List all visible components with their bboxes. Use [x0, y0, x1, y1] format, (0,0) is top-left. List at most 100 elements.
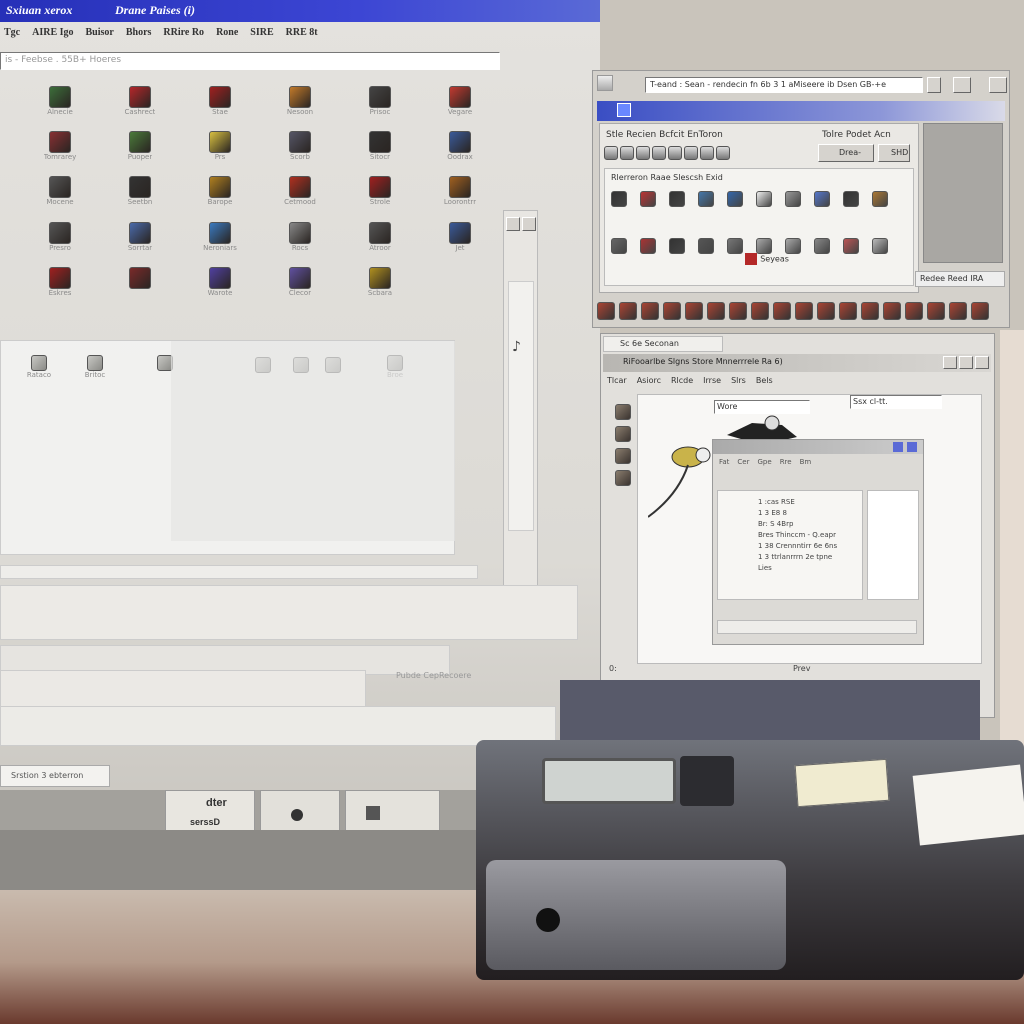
nested-menu-item[interactable]: Gpe: [758, 458, 772, 470]
nested-menu-item[interactable]: Rre: [780, 458, 792, 470]
panel-icon[interactable]: [669, 191, 685, 207]
nested-close-icon[interactable]: [907, 442, 917, 452]
tool-icon-4[interactable]: [615, 470, 631, 486]
inner-icon-item[interactable]: Rataco: [21, 355, 57, 379]
panel-tool-icon[interactable]: [684, 146, 698, 160]
address-dropdown-button[interactable]: [927, 77, 941, 93]
desktop-icon-item[interactable]: Cetmood: [270, 176, 330, 215]
toolbar-icon[interactable]: [729, 302, 747, 320]
home-icon[interactable]: [989, 77, 1007, 93]
panel-icon[interactable]: [640, 191, 656, 207]
go-button[interactable]: [953, 77, 971, 93]
desktop-icon-item[interactable]: Warote: [190, 266, 250, 306]
menu-item[interactable]: SIRE: [250, 27, 273, 38]
desktop-icon-item[interactable]: Scbara: [350, 266, 410, 306]
panel-icon[interactable]: [727, 238, 743, 254]
toolbar-icon[interactable]: [883, 302, 901, 320]
panel-tool-icon[interactable]: [668, 146, 682, 160]
panel-icon[interactable]: [756, 238, 772, 254]
nested-menu-item[interactable]: Fat: [719, 458, 729, 470]
seyeas-button[interactable]: Seyeas: [745, 253, 809, 267]
desktop-icon-item[interactable]: Prs: [190, 131, 250, 170]
nested-row[interactable]: 1 3 E8 8: [758, 508, 856, 519]
panel-icon[interactable]: [843, 191, 859, 207]
nested-row[interactable]: 1 38 Crennntirr 6e 6ns: [758, 541, 856, 552]
toolbar-icon[interactable]: [839, 302, 857, 320]
toolbar-icon[interactable]: [971, 302, 989, 320]
close-icon[interactable]: [989, 104, 1003, 118]
desktop-icon-item[interactable]: Neroniars: [190, 221, 250, 261]
desktop-icon-item[interactable]: Rocs: [270, 221, 330, 261]
rb-dropdown-1[interactable]: Wore: [714, 400, 810, 414]
left-hscroll[interactable]: [0, 565, 478, 579]
nested-row[interactable]: 1 :cas RSE: [758, 497, 856, 508]
panel-icon[interactable]: [669, 238, 685, 254]
maximize-icon[interactable]: [959, 356, 973, 369]
minimize-icon[interactable]: [943, 356, 957, 369]
panel-icon[interactable]: [756, 191, 772, 207]
nested-row[interactable]: Br: S 4Brp: [758, 519, 856, 530]
desktop-icon-item[interactable]: Stae: [190, 86, 250, 125]
panel-tool-icon[interactable]: [620, 146, 634, 160]
tool-icon-3[interactable]: [615, 448, 631, 464]
nested-row[interactable]: Lies: [758, 563, 856, 574]
desktop-icon-item[interactable]: Mocene: [30, 176, 90, 215]
nested-menu-item[interactable]: Cer: [737, 458, 749, 470]
desktop-icon-item[interactable]: Vegare: [430, 86, 490, 125]
panel-icon[interactable]: [872, 191, 888, 207]
desktop-icon-item[interactable]: Tomrarey: [30, 131, 90, 170]
panel-tool-icon[interactable]: [636, 146, 650, 160]
panel-icon[interactable]: [611, 191, 627, 207]
desktop-icon-item[interactable]: Cashrect: [110, 86, 170, 125]
desktop-icon-item[interactable]: Strole: [350, 176, 410, 215]
menu-item[interactable]: RRE 8t: [286, 27, 318, 38]
toolbar-icon[interactable]: [927, 302, 945, 320]
menu-item[interactable]: AIRE Igo: [32, 27, 73, 38]
close-icon[interactable]: [522, 217, 536, 231]
panel-icon[interactable]: [785, 238, 801, 254]
nested-menu-item[interactable]: Bm: [800, 458, 812, 470]
toolbar-icon[interactable]: [641, 302, 659, 320]
panel-icon[interactable]: [640, 238, 656, 254]
desktop-icon-item[interactable]: [110, 266, 170, 306]
desktop-icon-item[interactable]: Puoper: [110, 131, 170, 170]
panel-icon[interactable]: [698, 238, 714, 254]
menu-item[interactable]: RRire Ro: [163, 27, 204, 38]
left-vertical-scrollbar[interactable]: ♪: [503, 210, 538, 590]
desktop-icon-item[interactable]: Oodrax: [430, 131, 490, 170]
panel-tool-icon[interactable]: [652, 146, 666, 160]
rb-menu-item[interactable]: Rlcde: [671, 376, 693, 390]
menu-item[interactable]: Bhors: [126, 27, 152, 38]
panel-button-2[interactable]: SHD: [878, 144, 910, 162]
rb-menu-item[interactable]: Tlcar: [607, 376, 627, 390]
rb-menu-item[interactable]: Bels: [756, 376, 773, 390]
toolbar-icon[interactable]: [773, 302, 791, 320]
toolbar-icon[interactable]: [685, 302, 703, 320]
rb-menu-item[interactable]: Irrse: [703, 376, 721, 390]
desktop-icon-item[interactable]: Sitocr: [350, 131, 410, 170]
nested-row[interactable]: Bres Thinccm - Q.eapr: [758, 530, 856, 541]
tool-icon-2[interactable]: [615, 426, 631, 442]
desktop-icon-item[interactable]: Eskres: [30, 266, 90, 306]
inner-icon-item[interactable]: Britoc: [77, 355, 113, 379]
toolbar-icon[interactable]: [619, 302, 637, 320]
panel-icon[interactable]: [727, 191, 743, 207]
menu-item[interactable]: Buisor: [86, 27, 114, 38]
desktop-icon-item[interactable]: Alnecie: [30, 86, 90, 125]
desktop-icon-item[interactable]: Nesoon: [270, 86, 330, 125]
panel-icon[interactable]: [814, 191, 830, 207]
panel-tool-icon[interactable]: [604, 146, 618, 160]
panel-icon[interactable]: [785, 191, 801, 207]
back-icon[interactable]: [597, 75, 613, 91]
desktop-icon-item[interactable]: Clecor: [270, 266, 330, 306]
toolbar-icon[interactable]: [663, 302, 681, 320]
panel-icon[interactable]: [843, 238, 859, 254]
rb-menu-item[interactable]: Asiorc: [637, 376, 661, 390]
panel-icon[interactable]: [611, 238, 627, 254]
toolbar-icon[interactable]: [707, 302, 725, 320]
desktop-icon-item[interactable]: Loorontrr: [430, 176, 490, 215]
panel-button[interactable]: Drea-: [818, 144, 874, 162]
desktop-icon-item[interactable]: Barope: [190, 176, 250, 215]
desktop-icon-item[interactable]: Seetbn: [110, 176, 170, 215]
toolbar-icon[interactable]: [949, 302, 967, 320]
